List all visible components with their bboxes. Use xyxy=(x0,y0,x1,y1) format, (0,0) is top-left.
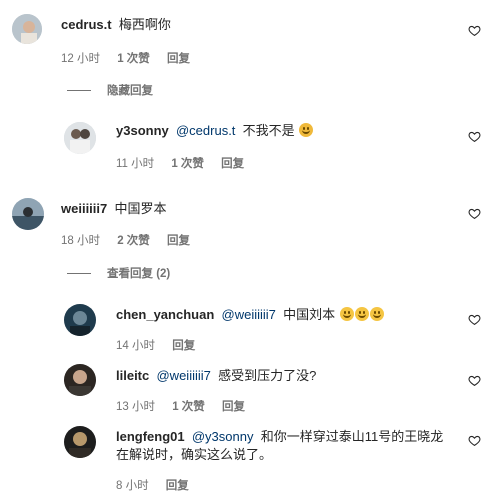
mention-link[interactable]: @y3sonny xyxy=(192,429,254,444)
avatar[interactable] xyxy=(64,122,96,154)
username[interactable]: y3sonny xyxy=(116,123,169,138)
view-replies-button[interactable]: 查看回复 (2) xyxy=(67,265,170,281)
timestamp[interactable]: 14 小时 xyxy=(116,340,155,352)
heart-icon[interactable] xyxy=(468,313,481,326)
reply-button[interactable]: 回复 xyxy=(166,480,189,492)
thinking-face-emoji xyxy=(299,123,314,137)
thread-line xyxy=(67,273,91,275)
comment-text: 中国刘本 xyxy=(283,307,336,322)
mention-link[interactable]: @weiiiiii7 xyxy=(222,307,276,322)
likes-count[interactable]: 1 次赞 xyxy=(117,53,150,65)
mention-link[interactable]: @weiiiiii7 xyxy=(156,368,210,383)
grinning-sweat-emoji xyxy=(369,307,384,321)
heart-icon[interactable] xyxy=(468,24,481,37)
grinning-sweat-emoji xyxy=(339,307,354,321)
heart-icon[interactable] xyxy=(468,207,481,220)
timestamp[interactable]: 11 小时 xyxy=(116,158,154,170)
reply-button[interactable]: 回复 xyxy=(222,401,245,413)
likes-count[interactable]: 2 次赞 xyxy=(117,235,150,247)
comment-text: 感受到压力了没? xyxy=(218,368,317,383)
timestamp[interactable]: 12 小时 xyxy=(61,53,100,65)
username[interactable]: cedrus.t xyxy=(61,17,112,32)
avatar[interactable] xyxy=(12,198,44,230)
comment-text: 梅西啊你 xyxy=(118,17,171,32)
username[interactable]: weiiiiii7 xyxy=(61,201,107,216)
username[interactable]: lileitc xyxy=(116,368,149,383)
grinning-sweat-emoji xyxy=(354,307,369,321)
reply-button[interactable]: 回复 xyxy=(167,235,190,247)
likes-count[interactable]: 1 次赞 xyxy=(171,158,204,170)
avatar[interactable] xyxy=(12,14,42,44)
mention-link[interactable]: @cedrus.t xyxy=(176,123,235,138)
likes-count[interactable]: 1 次赞 xyxy=(172,401,205,413)
timestamp[interactable]: 13 小时 xyxy=(116,401,155,413)
hide-replies-button[interactable]: 隐藏回复 xyxy=(67,82,153,98)
comment-text: 中国罗本 xyxy=(114,201,167,216)
avatar[interactable] xyxy=(64,364,96,396)
reply-button[interactable]: 回复 xyxy=(172,340,195,352)
heart-icon[interactable] xyxy=(468,374,481,387)
username[interactable]: chen_yanchuan xyxy=(116,307,214,322)
heart-icon[interactable] xyxy=(468,434,481,447)
username[interactable]: lengfeng01 xyxy=(116,429,185,444)
heart-icon[interactable] xyxy=(468,130,481,143)
comment-text: 不我不是 xyxy=(242,123,295,138)
timestamp[interactable]: 18 小时 xyxy=(61,235,100,247)
avatar[interactable] xyxy=(64,304,96,336)
thread-line xyxy=(67,90,91,92)
reply-button[interactable]: 回复 xyxy=(167,53,190,65)
reply-button[interactable]: 回复 xyxy=(221,158,244,170)
avatar[interactable] xyxy=(64,426,96,458)
timestamp[interactable]: 8 小时 xyxy=(116,480,149,492)
